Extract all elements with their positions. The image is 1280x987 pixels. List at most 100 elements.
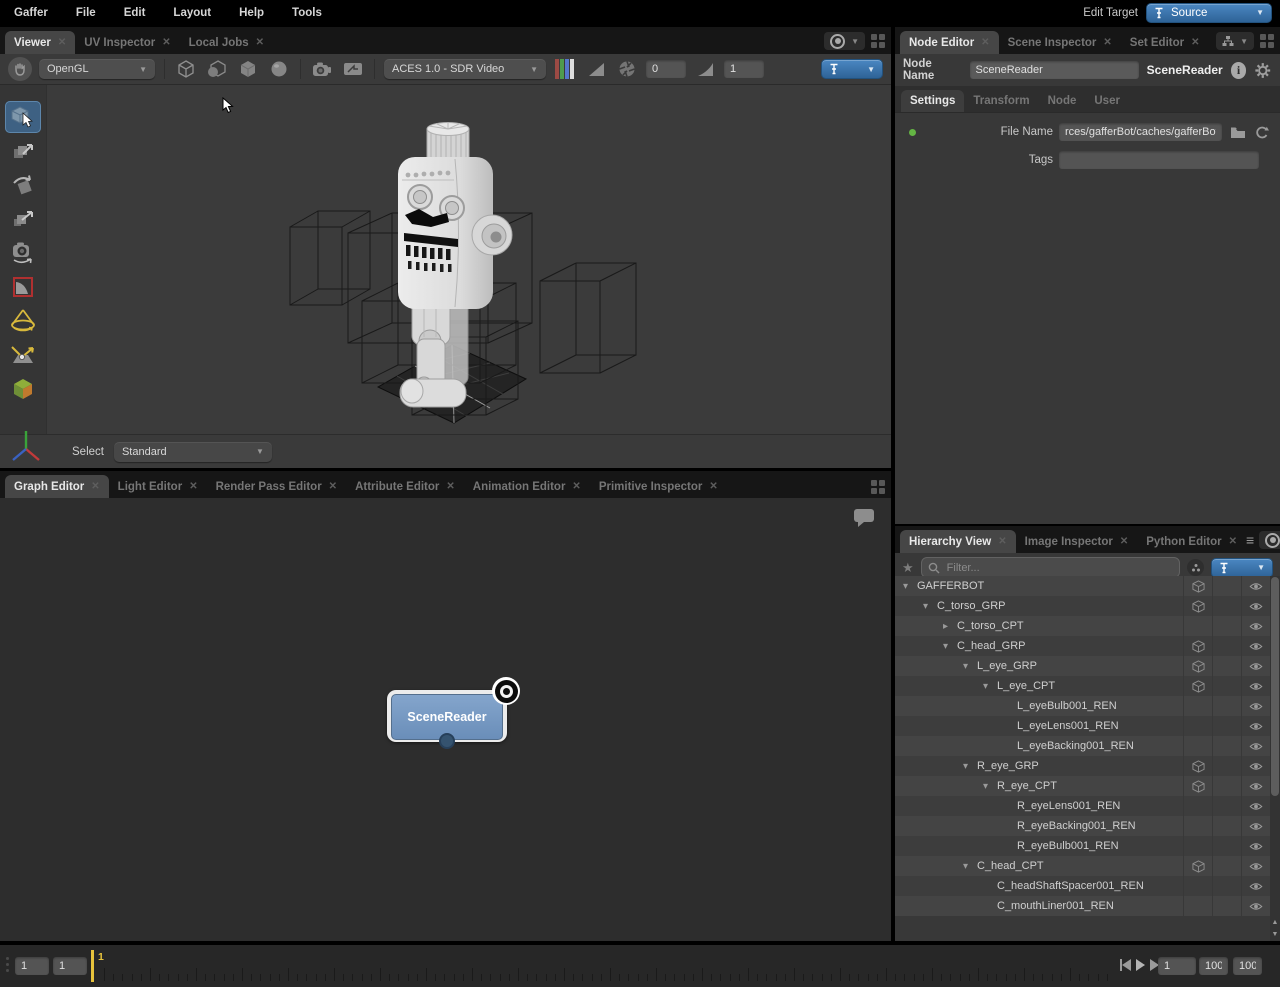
light-position-tool-button[interactable] [5, 339, 41, 371]
row-render-cell[interactable] [1212, 656, 1241, 676]
table-row[interactable]: ▾ C_torso_GRP [895, 596, 1270, 616]
menu-item[interactable]: Help [225, 7, 278, 19]
row-visibility-cell[interactable] [1241, 596, 1270, 616]
tab[interactable]: Primitive Inspector ✕ [590, 475, 727, 498]
close-icon[interactable]: ✕ [58, 37, 66, 48]
row-render-cell[interactable] [1212, 856, 1241, 876]
table-row[interactable]: ▾ L_eye_GRP [895, 656, 1270, 676]
row-render-cell[interactable] [1212, 796, 1241, 816]
table-row[interactable]: ▾ C_head_GRP [895, 636, 1270, 656]
section-tab[interactable]: User [1085, 90, 1129, 112]
viewer-pin-dropdown[interactable]: ▼ [821, 59, 883, 79]
timeline-field-left-1[interactable] [15, 957, 49, 975]
row-visibility-cell[interactable] [1241, 836, 1270, 856]
info-icon[interactable]: i [1231, 62, 1247, 79]
expand-arrow-icon[interactable]: ▾ [983, 681, 997, 692]
table-row[interactable]: C_mouthLiner001_REN [895, 896, 1270, 916]
tab[interactable]: UV Inspector ✕ [75, 31, 179, 54]
tab[interactable]: Python Editor ✕ [1137, 530, 1246, 553]
table-row[interactable]: L_eyeBulb001_REN [895, 696, 1270, 716]
row-render-cell[interactable] [1212, 576, 1241, 596]
camera-settings-button[interactable] [310, 58, 334, 80]
row-visibility-cell[interactable] [1241, 796, 1270, 816]
table-row[interactable]: R_eyeBacking001_REN [895, 816, 1270, 836]
row-expansion-cell[interactable] [1183, 896, 1212, 916]
tab[interactable]: Image Inspector ✕ [1016, 530, 1138, 553]
aperture-button[interactable] [615, 58, 639, 80]
annotation-bubble-icon[interactable] [853, 508, 875, 528]
visualiser-tool-button[interactable] [5, 373, 41, 405]
selection-mode-dropdown[interactable]: Standard ▼ [114, 442, 272, 462]
search-options-button[interactable] [1187, 559, 1204, 576]
scene-reader-node[interactable]: SceneReader [387, 690, 507, 742]
close-icon[interactable]: ✕ [998, 536, 1006, 547]
row-expansion-cell[interactable] [1183, 876, 1212, 896]
close-icon[interactable]: ✕ [572, 481, 580, 492]
row-visibility-cell[interactable] [1241, 696, 1270, 716]
expand-arrow-icon[interactable]: ▸ [943, 621, 957, 632]
row-expansion-cell[interactable] [1183, 596, 1212, 616]
table-row[interactable]: ▾ R_eye_GRP [895, 756, 1270, 776]
close-icon[interactable]: ✕ [256, 37, 264, 48]
layout-grid-icon[interactable] [871, 34, 885, 48]
section-tab[interactable]: Transform [964, 90, 1038, 112]
file-name-input[interactable] [1059, 123, 1222, 141]
renderer-dropdown[interactable]: OpenGL ▼ [39, 59, 155, 79]
refresh-icon[interactable] [1254, 125, 1269, 140]
row-visibility-cell[interactable] [1241, 716, 1270, 736]
row-expansion-cell[interactable] [1183, 616, 1212, 636]
tab[interactable]: Set Editor ✕ [1121, 31, 1209, 54]
row-render-cell[interactable] [1212, 596, 1241, 616]
close-icon[interactable]: ✕ [709, 481, 717, 492]
row-expansion-cell[interactable] [1183, 736, 1212, 756]
filter-input[interactable] [945, 561, 1173, 575]
row-visibility-cell[interactable] [1241, 736, 1270, 756]
row-render-cell[interactable] [1212, 616, 1241, 636]
row-render-cell[interactable] [1212, 896, 1241, 916]
hierarchy-follow-button[interactable]: ▼ [1259, 531, 1280, 549]
tab[interactable]: Scene Inspector ✕ [999, 31, 1121, 54]
expand-arrow-icon[interactable]: ▾ [963, 761, 977, 772]
scale-tool-button[interactable] [5, 203, 41, 235]
close-icon[interactable]: ✕ [1229, 536, 1237, 547]
tab[interactable]: Render Pass Editor ✕ [207, 475, 346, 498]
gamma-button[interactable] [693, 58, 717, 80]
shaded-wireframe-button[interactable] [205, 58, 229, 80]
expand-arrow-icon[interactable]: ▾ [923, 601, 937, 612]
row-expansion-cell[interactable] [1183, 756, 1212, 776]
row-visibility-cell[interactable] [1241, 616, 1270, 636]
row-render-cell[interactable] [1212, 876, 1241, 896]
viewer-pin-menu-button[interactable]: ▼ [824, 32, 865, 50]
tab[interactable]: Graph Editor ✕ [5, 475, 109, 498]
close-icon[interactable]: ✕ [1120, 536, 1128, 547]
solid-shading-button[interactable] [236, 58, 260, 80]
current-frame-input[interactable] [1158, 957, 1196, 975]
tab[interactable]: Attribute Editor ✕ [346, 475, 464, 498]
row-render-cell[interactable] [1212, 776, 1241, 796]
row-render-cell[interactable] [1212, 756, 1241, 776]
crop-window-tool-button[interactable] [5, 271, 41, 303]
row-render-cell[interactable] [1212, 636, 1241, 656]
end-frame-input[interactable] [1199, 957, 1228, 975]
rotate-tool-button[interactable] [5, 169, 41, 201]
menu-item[interactable]: File [62, 7, 110, 19]
table-row[interactable]: ▾ GAFFERBOT [895, 576, 1270, 596]
light-tool-button[interactable] [5, 305, 41, 337]
edit-target-dropdown[interactable]: Source ▼ [1146, 3, 1272, 23]
row-expansion-cell[interactable] [1183, 676, 1212, 696]
tags-input[interactable] [1059, 151, 1259, 169]
exposure-button[interactable] [584, 58, 608, 80]
menu-item[interactable]: Gaffer [0, 7, 62, 19]
timeline-field-left-2[interactable] [53, 957, 87, 975]
close-icon[interactable]: ✕ [91, 481, 99, 492]
row-render-cell[interactable] [1212, 836, 1241, 856]
close-icon[interactable]: ✕ [446, 481, 454, 492]
scroll-up-icon[interactable]: ▲ [1270, 917, 1280, 929]
scrollbar[interactable]: ▲ ▼ [1270, 576, 1280, 941]
row-expansion-cell[interactable] [1183, 656, 1212, 676]
translate-tool-button[interactable] [5, 135, 41, 167]
tab[interactable]: Local Jobs ✕ [180, 31, 273, 54]
play-button[interactable] [1136, 959, 1145, 971]
row-visibility-cell[interactable] [1241, 656, 1270, 676]
expand-arrow-icon[interactable]: ▾ [963, 861, 977, 872]
